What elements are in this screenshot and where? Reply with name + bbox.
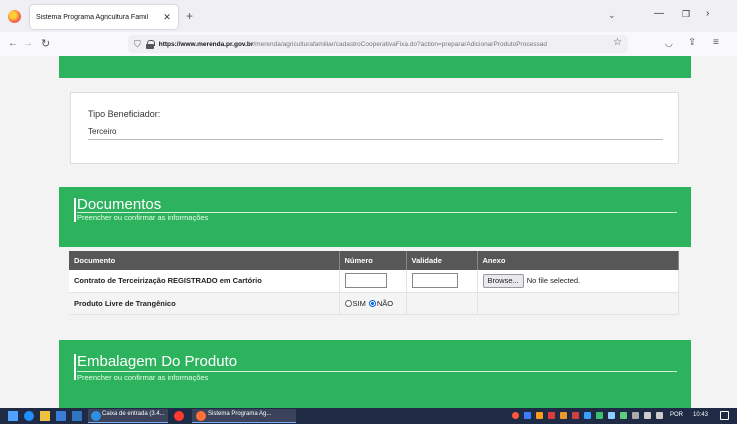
url-bar[interactable]: ⛉ https://www.merenda.pr.gov.br/merenda/… bbox=[128, 35, 628, 53]
url-text[interactable]: https://www.merenda.pr.gov.br/merenda/ag… bbox=[159, 41, 628, 48]
validade-cell bbox=[406, 270, 478, 293]
network-icon[interactable] bbox=[632, 412, 639, 419]
beneficiador-select[interactable]: Terceiro bbox=[88, 127, 663, 140]
table-row: Contrato de Terceirização REGISTRADO em … bbox=[69, 270, 679, 293]
banner-accent-bar bbox=[74, 354, 76, 380]
browser-taskbar-item[interactable]: Sistema Programa Ag... bbox=[192, 409, 296, 423]
lock-icon[interactable] bbox=[145, 39, 155, 49]
pocket-icon[interactable]: ◡ bbox=[665, 38, 673, 49]
anexo-cell: Browse... No file selected. bbox=[477, 270, 679, 293]
tray-app-icon[interactable] bbox=[536, 412, 543, 419]
tab-list-chevron-icon[interactable]: ⌄ bbox=[608, 10, 616, 21]
documentos-subtitle: Preencher ou confirmar as informações bbox=[77, 213, 209, 222]
documentos-title: Documentos bbox=[77, 196, 162, 213]
outlook-icon bbox=[91, 411, 101, 421]
tray-app-icon[interactable] bbox=[524, 412, 531, 419]
browser-nav-bar: ← → ↻ ⛉ https://www.merenda.pr.gov.br/me… bbox=[0, 32, 737, 56]
file-status: No file selected. bbox=[526, 276, 581, 286]
browse-button[interactable]: Browse... bbox=[482, 273, 524, 288]
url-path: /merenda/agriculturafamiliar/cadastroCoo… bbox=[253, 40, 547, 48]
documentos-table: Documento Número Validade Anexo Contrato… bbox=[69, 251, 679, 315]
tray-app-icon[interactable] bbox=[620, 412, 627, 419]
mail-task-label: Caixa de entrada (3.4... bbox=[102, 411, 165, 417]
page-content: Tipo Beneficiador: Terceiro Documentos P… bbox=[0, 56, 737, 408]
radio-nao-label: NÃO bbox=[376, 298, 394, 308]
windows-taskbar: Caixa de entrada (3.4... Sistema Program… bbox=[0, 408, 737, 424]
banner-accent-bar bbox=[74, 198, 76, 222]
embalagem-title: Embalagem Do Produto bbox=[77, 353, 238, 370]
firefox-logo-icon bbox=[8, 10, 21, 23]
numero-input[interactable] bbox=[344, 273, 387, 289]
opera-icon[interactable] bbox=[174, 411, 184, 421]
restore-icon[interactable]: ❐ bbox=[682, 9, 690, 20]
beneficiador-card: Tipo Beneficiador: Terceiro bbox=[70, 92, 679, 164]
tray-app-icon[interactable] bbox=[560, 412, 567, 419]
documentos-banner: Documentos Preencher ou confirmar as inf… bbox=[59, 187, 691, 247]
volume-icon[interactable] bbox=[644, 412, 651, 419]
numero-cell bbox=[339, 270, 407, 293]
minimize-icon[interactable]: — bbox=[654, 8, 664, 19]
radio-cell: SIM NÃO bbox=[339, 292, 407, 315]
col-anexo: Anexo bbox=[477, 251, 679, 270]
firefox-taskbar-icon bbox=[196, 411, 206, 421]
embalagem-banner: Embalagem Do Produto Preencher ou confir… bbox=[59, 340, 691, 408]
mail-app-icon[interactable] bbox=[72, 411, 82, 421]
calendar-icon[interactable] bbox=[56, 411, 66, 421]
tray-app-icon[interactable] bbox=[584, 412, 591, 419]
tray-app-icon[interactable] bbox=[512, 412, 519, 419]
table-header-row: Documento Número Validade Anexo bbox=[69, 251, 679, 270]
documento-name: Contrato de Terceirização REGISTRADO em … bbox=[69, 270, 340, 293]
tray-app-icon[interactable] bbox=[596, 412, 603, 419]
documento-name: Produto Livre de Trangênico bbox=[69, 292, 340, 315]
col-validade: Validade bbox=[406, 251, 478, 270]
share-icon[interactable]: ⇪ bbox=[688, 37, 696, 48]
language-indicator[interactable]: POR bbox=[670, 412, 683, 418]
window-close-icon[interactable]: › bbox=[706, 8, 709, 19]
notification-icon[interactable] bbox=[720, 411, 729, 420]
banner-divider bbox=[77, 212, 677, 213]
embalagem-subtitle: Preencher ou confirmar as informações bbox=[77, 373, 209, 382]
table-row: Produto Livre de Trangênico SIM NÃO bbox=[69, 292, 679, 315]
bookmark-star-icon[interactable]: ☆ bbox=[613, 37, 622, 48]
file-explorer-icon[interactable] bbox=[40, 411, 50, 421]
radio-sim[interactable] bbox=[344, 299, 352, 307]
section-banner-top bbox=[59, 56, 691, 78]
browser-task-label: Sistema Programa Ag... bbox=[208, 411, 272, 417]
tab-title: Sistema Programa Agricultura Famil bbox=[36, 13, 149, 21]
empty-cell bbox=[477, 292, 679, 315]
browser-tab-bar: Sistema Programa Agricultura Famil ✕ + ⌄… bbox=[0, 0, 737, 32]
browser-tab[interactable]: Sistema Programa Agricultura Famil ✕ bbox=[30, 5, 178, 29]
tab-close-icon[interactable]: ✕ bbox=[162, 12, 172, 23]
tray-app-icon[interactable] bbox=[608, 412, 615, 419]
battery-icon[interactable] bbox=[656, 412, 663, 419]
url-domain: https://www.merenda.pr.gov.br bbox=[158, 40, 254, 48]
edge-icon[interactable] bbox=[24, 411, 34, 421]
hamburger-menu-icon[interactable]: ≡ bbox=[713, 37, 719, 48]
beneficiador-label: Tipo Beneficiador: bbox=[88, 109, 161, 119]
col-documento: Documento bbox=[69, 251, 340, 270]
reload-icon[interactable]: ↻ bbox=[41, 37, 50, 50]
tray-app-icon[interactable] bbox=[548, 412, 555, 419]
validade-input[interactable] bbox=[411, 273, 458, 289]
windows-start-icon[interactable] bbox=[8, 411, 18, 421]
empty-cell bbox=[406, 292, 478, 315]
forward-arrow-icon[interactable]: → bbox=[23, 38, 33, 49]
radio-nao[interactable] bbox=[368, 299, 376, 307]
col-numero: Número bbox=[339, 251, 407, 270]
clock[interactable]: 10:43 bbox=[693, 412, 708, 418]
tray-app-icon[interactable] bbox=[572, 412, 579, 419]
radio-sim-label: SIM bbox=[352, 298, 366, 308]
banner-divider bbox=[77, 371, 677, 372]
back-arrow-icon[interactable]: ← bbox=[8, 38, 18, 49]
shield-icon[interactable]: ⛉ bbox=[134, 39, 141, 50]
new-tab-icon[interactable]: + bbox=[186, 9, 193, 23]
